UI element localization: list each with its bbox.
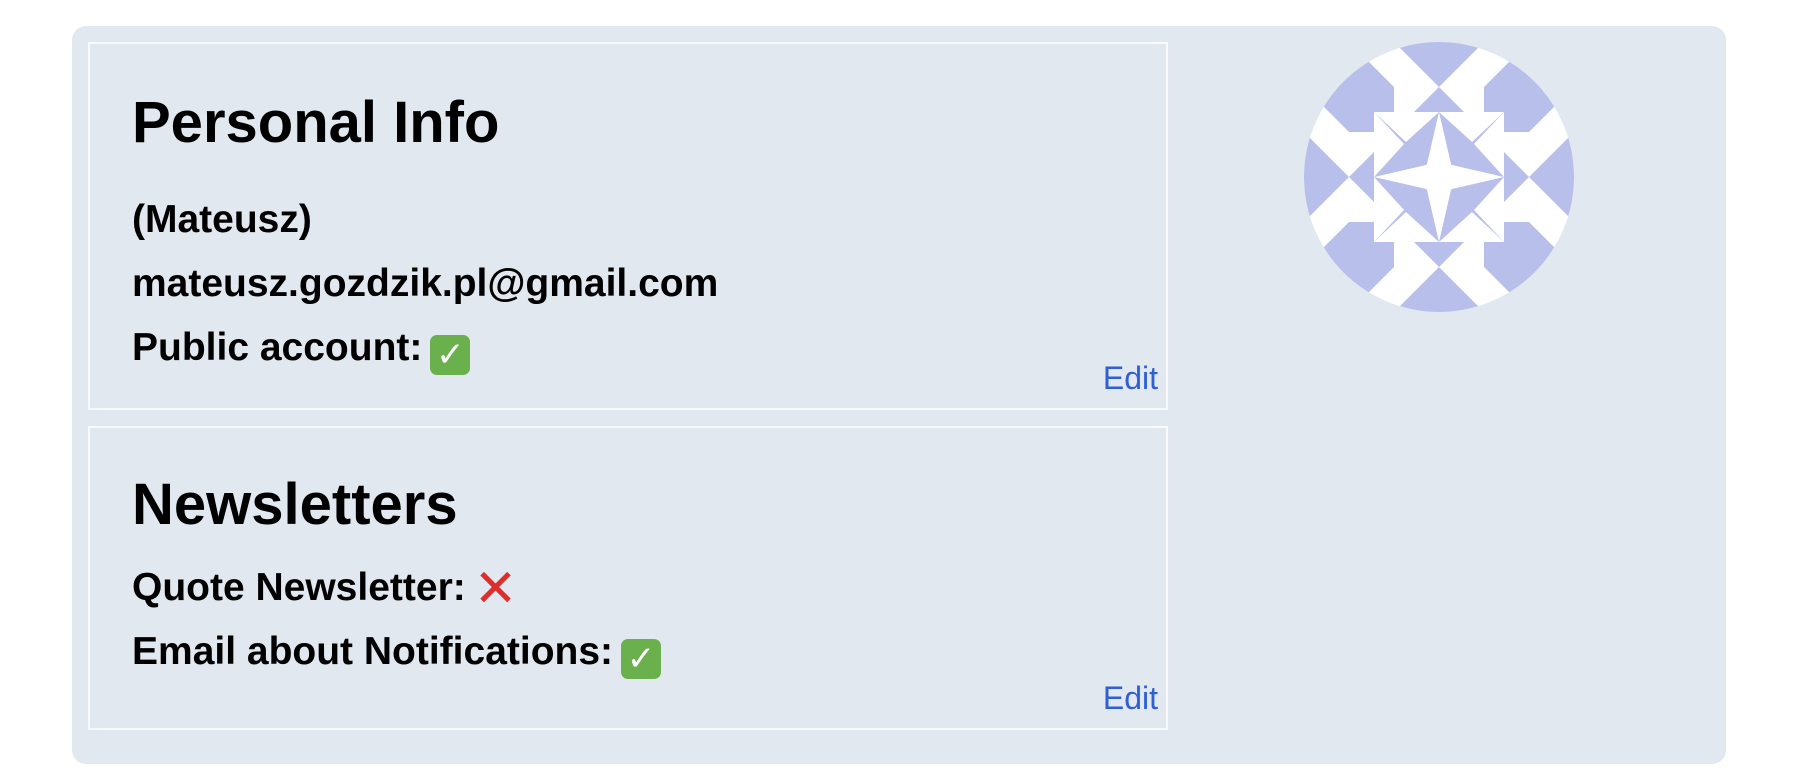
personal-info-heading: Personal Info (132, 90, 500, 155)
notifications-label: Email about Notifications: (132, 630, 614, 673)
profile-container: Personal Info (Mateusz) mateusz.gozdzik.… (72, 26, 1726, 764)
cross-icon: ✕ (473, 560, 518, 618)
check-icon: ✓ (621, 639, 662, 679)
newsletters-card: Newsletters Quote Newsletter: ✕ Email abo… (88, 426, 1168, 730)
avatar (1304, 42, 1574, 312)
edit-personal-info-link[interactable]: Edit (1103, 362, 1158, 394)
quote-newsletter-label: Quote Newsletter: (132, 566, 466, 609)
public-account-row: Public account: ✓ (132, 326, 471, 375)
public-account-label: Public account: (132, 326, 423, 369)
username-text: (Mateusz) (132, 198, 312, 241)
edit-newsletters-link[interactable]: Edit (1103, 682, 1158, 714)
email-row: mateusz.gozdzik.pl@gmail.com (132, 264, 718, 303)
newsletters-heading: Newsletters (132, 472, 458, 537)
quote-newsletter-row: Quote Newsletter: ✕ (132, 560, 518, 618)
identicon-icon (1304, 42, 1574, 312)
username-row: (Mateusz) (132, 200, 312, 239)
email-text: mateusz.gozdzik.pl@gmail.com (132, 262, 719, 305)
notifications-row: Email about Notifications: ✓ (132, 630, 662, 679)
check-icon: ✓ (430, 335, 471, 375)
personal-info-card: Personal Info (Mateusz) mateusz.gozdzik.… (88, 42, 1168, 410)
